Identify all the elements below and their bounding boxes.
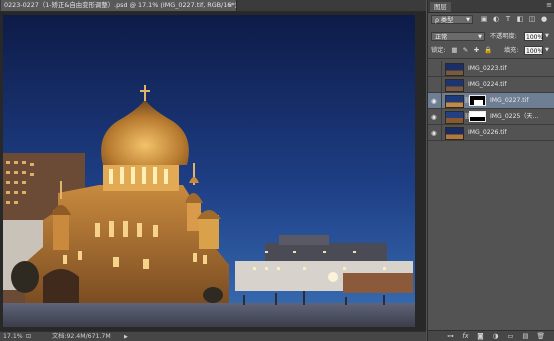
chevron-down-icon: ▼ — [466, 17, 470, 23]
document-size: 文档:92.4M/671.7M — [52, 333, 111, 340]
adjustment-filter-icon[interactable]: ◐ — [492, 16, 500, 23]
filter-toggle-icon[interactable]: ● — [540, 16, 548, 23]
document-info-icon[interactable]: ⊡ — [26, 332, 31, 341]
type-filter-icon[interactable]: T — [504, 16, 512, 23]
layer-name[interactable]: IMG_0223.tif — [468, 61, 507, 77]
layer-thumbnail — [445, 111, 464, 124]
night-cathedral-photo — [3, 15, 415, 327]
layer-mask-thumbnail[interactable] — [469, 95, 486, 106]
blend-mode-dropdown[interactable]: 正常 ▼ — [431, 32, 485, 41]
panel-header: 图层 ≡ — [428, 0, 554, 13]
fill-label: 填充: — [504, 47, 519, 54]
layer-row[interactable]: ◉ IMG_0226.tif — [428, 125, 554, 141]
layer-thumbnail — [445, 63, 464, 76]
photoshop-window: 0223-0227（1-矫正&自由变形调整）.psd @ 17.1% (IMG_… — [0, 0, 554, 341]
layer-thumbnail — [445, 95, 464, 108]
blend-opacity-row: 正常 ▼ 不透明度: 100% ▼ — [428, 30, 554, 43]
eye-icon: ◉ — [431, 97, 437, 105]
document-tab[interactable]: 0223-0227（1-矫正&自由变形调整）.psd @ 17.1% (IMG_… — [1, 0, 237, 11]
eye-icon: ◉ — [431, 129, 437, 137]
visibility-toggle[interactable]: ◉ — [428, 109, 442, 125]
filter-kind-value: ρ 类型 — [435, 17, 454, 24]
lock-transparent-icon[interactable]: ▦ — [451, 47, 458, 54]
new-group-icon[interactable]: ▭ — [506, 333, 515, 340]
layer-name[interactable]: IMG_0224.tif — [468, 77, 507, 93]
link-layers-icon[interactable]: ⊶ — [446, 333, 455, 340]
lock-label: 锁定: — [431, 47, 446, 54]
fill-input[interactable]: 100% — [524, 46, 543, 55]
layer-thumbnail — [445, 127, 464, 140]
fill-slider-icon[interactable]: ▼ — [545, 46, 549, 55]
opacity-label: 不透明度: — [490, 33, 517, 40]
opacity-slider-icon[interactable]: ▼ — [545, 32, 549, 41]
delete-layer-icon[interactable]: 🗑 — [536, 333, 545, 340]
tab-layers[interactable]: 图层 — [430, 2, 451, 12]
layers-panel-footer: ⊶ fx ◙ ◑ ▭ ▤ 🗑 — [428, 330, 554, 341]
layer-name[interactable]: IMG_0227.tif — [490, 93, 529, 109]
document-tab-bar: 0223-0227（1-矫正&自由变形调整）.psd @ 17.1% (IMG_… — [0, 0, 426, 12]
mask-shape — [474, 100, 483, 105]
lock-position-icon[interactable]: ✚ — [473, 47, 480, 54]
layer-list: IMG_0223.tif IMG_0224.tif ◉ ⛓ IMG_0227.t… — [428, 58, 554, 330]
close-icon[interactable]: × — [228, 0, 233, 11]
layer-thumbnail — [445, 79, 464, 92]
new-layer-icon[interactable]: ▤ — [521, 333, 530, 340]
filter-kind-dropdown[interactable]: ρ 类型 ▼ — [431, 15, 473, 24]
adjustment-layer-icon[interactable]: ◑ — [491, 333, 500, 340]
document-tab-title: 0223-0227（1-矫正&自由变形调整）.psd @ 17.1% (IMG_… — [4, 1, 237, 9]
layer-row-selected[interactable]: ◉ ⛓ IMG_0227.tif — [428, 93, 554, 109]
visibility-toggle[interactable] — [428, 77, 442, 93]
panel-menu-icon[interactable]: ≡ — [546, 1, 552, 9]
lock-image-icon[interactable]: ✎ — [462, 47, 469, 54]
canvas-image[interactable] — [3, 15, 415, 327]
mask-shape — [470, 112, 485, 117]
visibility-toggle[interactable] — [428, 61, 442, 77]
fx-icon[interactable]: fx — [461, 333, 470, 340]
layer-name[interactable]: IMG_0225（天... — [490, 109, 538, 125]
canvas-workspace[interactable] — [0, 12, 426, 331]
layer-row[interactable]: IMG_0223.tif — [428, 61, 554, 77]
status-menu-arrow-icon[interactable]: ▶ — [124, 332, 128, 341]
shape-filter-icon[interactable]: ◧ — [516, 16, 524, 23]
smart-object-filter-icon[interactable]: ◫ — [528, 16, 536, 23]
layer-mask-thumbnail[interactable] — [469, 111, 486, 122]
visibility-toggle[interactable]: ◉ — [428, 93, 442, 109]
layers-panel: 图层 ≡ ρ 类型 ▼ ▣ ◐ T ◧ ◫ ● 正常 ▼ 不透明度: 100% … — [427, 0, 554, 341]
eye-icon: ◉ — [431, 113, 437, 121]
lock-fill-row: 锁定: ▦ ✎ ✚ 🔒 填充: 100% ▼ — [428, 44, 554, 57]
layer-row[interactable]: IMG_0224.tif — [428, 77, 554, 93]
chevron-down-icon: ▼ — [478, 34, 482, 40]
blend-mode-value: 正常 — [435, 34, 448, 41]
layer-filter-row: ρ 类型 ▼ ▣ ◐ T ◧ ◫ ● — [428, 13, 554, 26]
visibility-toggle[interactable]: ◉ — [428, 125, 442, 141]
opacity-input[interactable]: 100% — [524, 32, 543, 41]
layer-row[interactable]: ◉ ⛓ IMG_0225（天... — [428, 109, 554, 125]
image-filter-icon[interactable]: ▣ — [480, 16, 488, 23]
status-bar: 17.1% ⊡ 文档:92.4M/671.7M ▶ — [0, 331, 426, 341]
layer-name[interactable]: IMG_0226.tif — [468, 125, 507, 141]
lock-all-icon[interactable]: 🔒 — [484, 47, 492, 54]
add-mask-icon[interactable]: ◙ — [476, 333, 485, 340]
zoom-level[interactable]: 17.1% — [3, 332, 23, 341]
